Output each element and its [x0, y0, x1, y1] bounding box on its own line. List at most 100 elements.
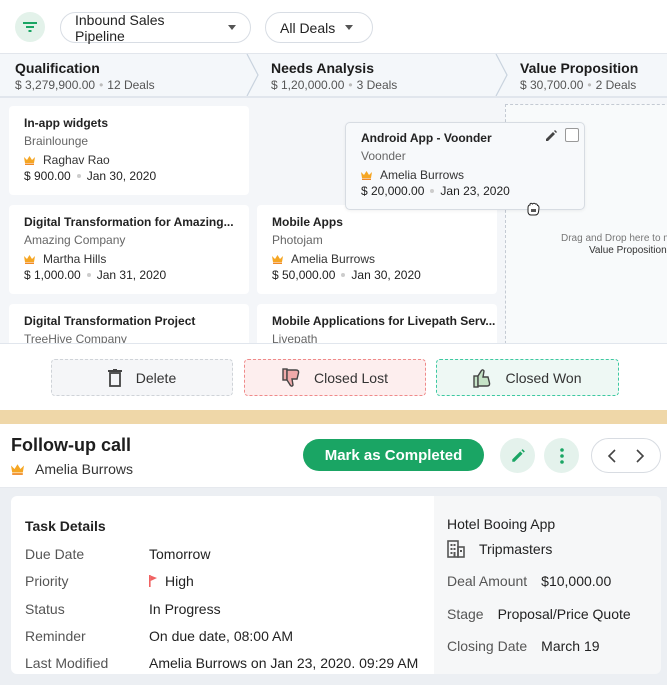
more-vertical-icon	[559, 447, 564, 464]
deal-company: Photojam	[272, 233, 323, 247]
crown-icon	[24, 156, 35, 165]
stage-title: Qualification	[15, 60, 100, 76]
deal-owner-name: Martha Hills	[43, 252, 107, 266]
task-owner-name: Amelia Burrows	[35, 461, 134, 477]
stage-title: Value Proposition	[520, 60, 639, 76]
delete-drop-target[interactable]: Delete	[51, 359, 233, 396]
detail-label: Due Date	[25, 546, 85, 562]
closed-lost-drop-target[interactable]: Closed Lost	[244, 359, 426, 396]
deal-owner-name: Amelia Burrows	[380, 168, 465, 182]
select-checkbox[interactable]	[565, 128, 579, 142]
priority-text: High	[165, 573, 194, 589]
stage-amount: $ 3,279,900.00	[15, 78, 96, 92]
deal-detail-value: March 19	[541, 638, 600, 654]
mark-as-completed-button[interactable]: Mark as Completed	[303, 439, 484, 471]
deal-amount-date: $ 20,000.00 Jan 23, 2020	[361, 184, 584, 198]
grab-cursor-icon	[527, 202, 540, 216]
deal-owner: Raghav Rao	[24, 151, 249, 169]
chevron-right-icon[interactable]	[635, 448, 645, 464]
delete-label: Delete	[135, 369, 177, 386]
crown-icon	[272, 255, 283, 264]
task-detail-row: Due Date Tomorrow	[25, 546, 210, 562]
task-detail-row: Priority High	[25, 573, 194, 589]
deal-detail-row: Deal Amount $10,000.00	[447, 573, 611, 589]
task-details-card: Task Details Due Date Tomorrow Priority …	[11, 496, 434, 674]
filter-button[interactable]	[15, 12, 45, 42]
detail-label: Priority	[25, 573, 69, 589]
deal-card[interactable]: Digital Transformation for Amazing... Am…	[9, 205, 249, 294]
record-navigation	[591, 438, 661, 473]
deal-owner: Amelia Burrows	[272, 250, 497, 268]
task-title: Follow-up call	[11, 435, 131, 455]
crown-icon	[11, 464, 24, 475]
building-icon	[447, 540, 465, 558]
deal-title: Mobile Apps	[272, 215, 343, 229]
stage-summary: $ 3,279,900.00 • 12 Deals	[15, 78, 155, 92]
deals-filter-select[interactable]: All Deals	[265, 12, 373, 43]
related-deal-name[interactable]: Hotel Booing App	[447, 516, 555, 532]
detail-label: Status	[25, 601, 65, 617]
task-detail-row: Last Modified Amelia Burrows on Jan 23, …	[25, 655, 418, 671]
deal-amount-date: $ 900.00 Jan 30, 2020	[24, 169, 249, 183]
chevron-left-icon[interactable]	[607, 448, 617, 464]
task-detail-row: Reminder On due date, 08:00 AM	[25, 628, 293, 644]
detail-value: On due date, 08:00 AM	[149, 628, 293, 644]
crown-icon	[361, 171, 372, 180]
stage-header: Qualification $ 3,279,900.00 • 12 Deals Ne…	[0, 54, 667, 98]
deal-detail-label: Closing Date	[447, 638, 528, 654]
task-details-area: Task Details Due Date Tomorrow Priority …	[0, 488, 667, 685]
related-deal-card: Hotel Booing App Tripmasters Deal Amount…	[434, 496, 661, 674]
more-options-button[interactable]	[544, 438, 579, 473]
task-details-heading: Task Details	[25, 518, 106, 534]
task-detail-row: Status In Progress	[25, 601, 221, 617]
task-owner: Amelia Burrows	[11, 461, 133, 477]
pencil-icon[interactable]	[544, 129, 558, 143]
edit-task-button[interactable]	[500, 438, 535, 473]
deal-card[interactable]: Digital Transformation Project TreeHive …	[9, 304, 249, 343]
priority-value: High	[149, 573, 194, 589]
deal-card[interactable]: Mobile Apps Photojam Amelia Burrows $ 50…	[257, 205, 497, 294]
deal-owner: Martha Hills	[24, 250, 249, 268]
deal-owner: Amelia Burrows	[361, 166, 584, 184]
deal-amount: $ 20,000.00	[361, 184, 425, 198]
trash-icon	[107, 368, 122, 387]
deal-detail-label: Stage	[447, 606, 484, 622]
panel-divider	[0, 410, 667, 424]
thumbs-down-icon	[282, 367, 300, 387]
dropzone-hint: Drag and Drop here to m	[561, 233, 667, 244]
deal-title: In-app widgets	[24, 116, 108, 130]
deal-company: Voonder	[361, 149, 406, 163]
deal-detail-value: $10,000.00	[541, 573, 612, 589]
filter-icon	[23, 22, 37, 32]
pencil-icon	[511, 448, 525, 462]
deal-amount: $ 900.00	[24, 169, 71, 183]
deal-detail-row: Stage Proposal/Price Quote	[447, 606, 631, 622]
deal-detail-row: Closing Date March 19	[447, 638, 600, 654]
deal-date: Jan 30, 2020	[86, 169, 157, 183]
closed-won-drop-target[interactable]: Closed Won	[436, 359, 619, 396]
deal-company: Livepath	[272, 332, 318, 343]
deal-title: Digital Transformation Project	[24, 314, 196, 328]
dragging-deal-card[interactable]: Android App - Voonder Voonder Amelia Bur…	[345, 122, 585, 210]
deal-card[interactable]: Mobile Applications for Livepath Serv...…	[257, 304, 497, 343]
task-header: Follow-up call Amelia Burrows Mark as Co…	[0, 424, 667, 488]
stage-title: Needs Analysis	[271, 60, 374, 76]
pipeline-select[interactable]: Inbound Sales Pipeline	[60, 11, 251, 44]
deal-company: TreeHive Company	[24, 332, 127, 343]
stage-separator-chevron	[495, 54, 508, 96]
related-deal-company: Tripmasters	[447, 540, 552, 558]
stage-count: 12 Deals	[107, 78, 155, 92]
detail-label: Reminder	[25, 628, 86, 644]
pipeline-select-label: Inbound Sales Pipeline	[75, 11, 165, 44]
closed-lost-label: Closed Lost	[314, 369, 388, 386]
deal-title: Mobile Applications for Livepath Serv...	[272, 314, 496, 328]
thumbs-up-icon	[473, 368, 491, 388]
stage-count: 3 Deals	[356, 78, 398, 92]
chevron-down-icon	[228, 25, 236, 30]
deal-amount: $ 50,000.00	[272, 268, 336, 282]
deals-filter-label: All Deals	[280, 19, 336, 36]
deal-owner-name: Amelia Burrows	[291, 252, 376, 266]
deals-pipeline-screen: Inbound Sales Pipeline All Deals Qualifi…	[0, 0, 667, 685]
deal-card[interactable]: In-app widgets Brainlounge Raghav Rao $ …	[9, 106, 249, 195]
stage-amount: $ 30,700.00	[520, 78, 584, 92]
